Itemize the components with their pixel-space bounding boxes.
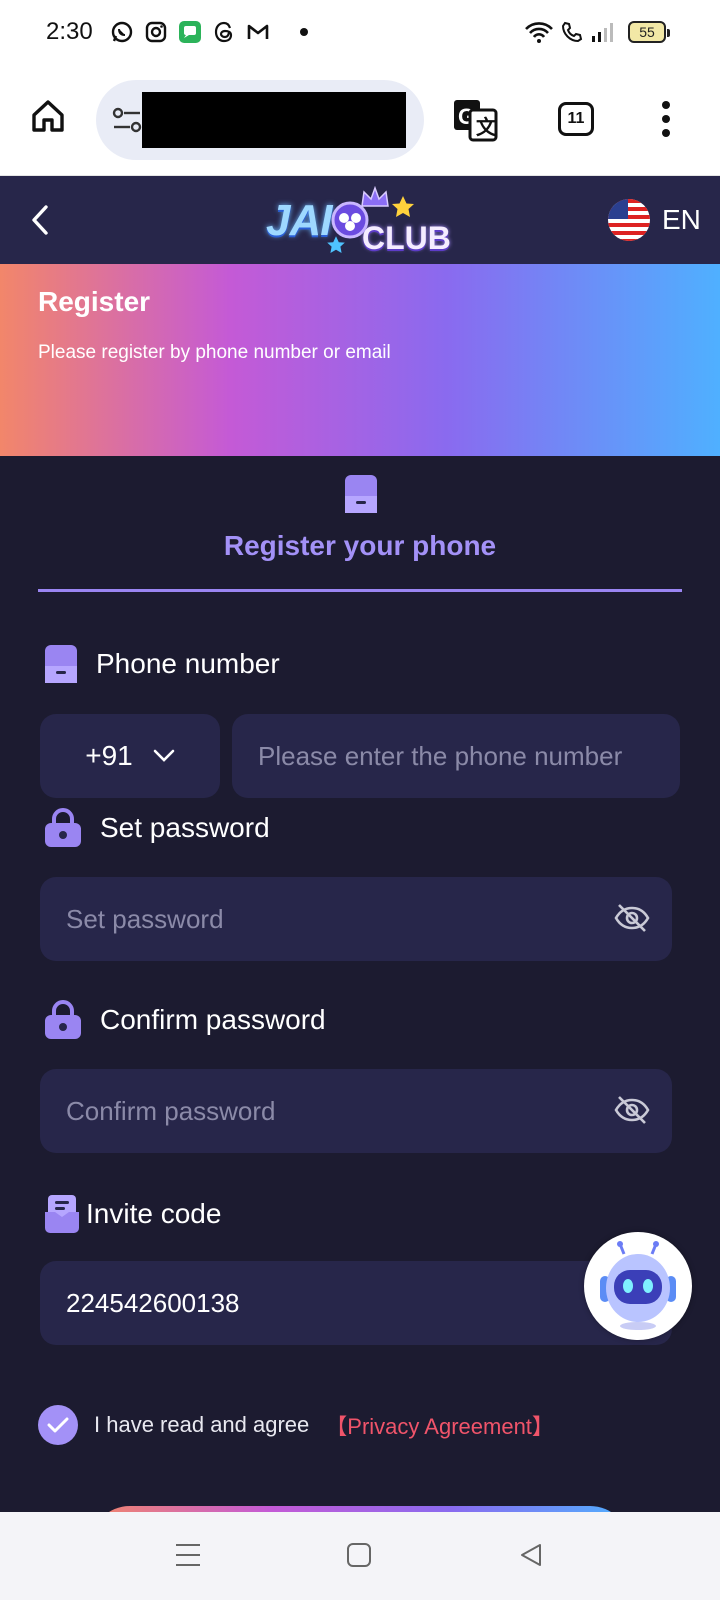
phone-icon	[345, 475, 377, 513]
tab-switcher-button[interactable]: 11	[558, 102, 594, 136]
phone-icon	[45, 645, 77, 683]
customer-service-bot-button[interactable]	[584, 1232, 692, 1340]
home-nav-icon[interactable]	[346, 1542, 372, 1568]
dot-icon	[300, 28, 308, 36]
phone-number-input[interactable]	[258, 714, 720, 798]
register-banner: Register Please register by phone number…	[0, 264, 720, 456]
agree-checkbox[interactable]	[38, 1405, 78, 1445]
page-subtitle: Please register by phone number or email	[38, 342, 391, 363]
whatsapp-icon	[111, 21, 133, 43]
phone-number-field[interactable]	[232, 714, 720, 798]
tab-label: Register your phone	[223, 530, 497, 561]
instagram-icon	[145, 21, 167, 43]
signal-icon	[592, 23, 613, 42]
robot-icon	[600, 1241, 676, 1330]
small-star-icon	[327, 236, 345, 253]
checkmark-icon	[47, 1417, 69, 1433]
confirm-password-field[interactable]	[40, 1069, 672, 1153]
us-flag-icon	[608, 199, 650, 241]
lock-icon	[45, 1000, 81, 1039]
confirm-password-input[interactable]	[66, 1069, 586, 1153]
star-icon	[392, 196, 414, 217]
invite-code-label: Invite code	[44, 1194, 221, 1234]
language-selector[interactable]: EN	[608, 198, 701, 242]
privacy-agreement-link[interactable]: 【Privacy Agreement】	[325, 1409, 554, 1441]
phone-number-label: Phone number	[44, 644, 280, 684]
site-settings-icon[interactable]	[112, 106, 142, 134]
recent-apps-icon[interactable]	[174, 1542, 202, 1568]
browser-toolbar: G文 11	[0, 64, 720, 176]
url-text-redacted	[142, 92, 406, 148]
battery-icon: 55	[628, 21, 670, 43]
back-nav-icon[interactable]	[518, 1542, 544, 1568]
eye-off-icon[interactable]	[614, 903, 650, 933]
invite-code-field[interactable]	[40, 1261, 672, 1345]
home-icon[interactable]	[30, 98, 66, 134]
threads-icon	[214, 21, 233, 43]
system-navigation-bar	[0, 1512, 720, 1600]
svg-text:文: 文	[476, 115, 497, 139]
confirm-password-label: Confirm password	[44, 1000, 326, 1040]
jaiclub-logo: JAI CLUB	[264, 186, 460, 256]
wifi-calling-icon	[561, 21, 583, 43]
status-bar: 2:30 55	[0, 0, 720, 64]
crown-icon	[361, 186, 389, 207]
lock-icon	[45, 808, 81, 847]
chevron-down-icon	[153, 749, 175, 762]
gmail-icon	[247, 24, 269, 39]
country-code-value: +91	[85, 740, 133, 771]
page-title: Register	[38, 286, 151, 317]
translate-icon[interactable]: G文	[452, 98, 498, 142]
back-arrow-icon[interactable]	[30, 204, 50, 236]
tab-register-phone[interactable]: Register your phone	[38, 470, 682, 592]
wifi-icon	[525, 22, 553, 43]
set-password-input[interactable]	[66, 877, 586, 961]
eye-off-icon[interactable]	[614, 1095, 650, 1125]
agreement-row: I have read and agree 【Privacy Agreement…	[38, 1405, 554, 1445]
app-header: JAI CLUB EN	[0, 176, 720, 264]
invite-code-icon	[45, 1195, 79, 1233]
more-menu-icon[interactable]	[660, 100, 672, 138]
invite-code-input[interactable]	[66, 1261, 586, 1345]
agree-text: I have read and agree	[94, 1412, 310, 1437]
set-password-field[interactable]	[40, 877, 672, 961]
status-time: 2:30	[46, 18, 93, 45]
country-code-select[interactable]: +91	[40, 714, 220, 798]
url-bar[interactable]	[96, 80, 424, 160]
messages-icon	[179, 21, 201, 43]
set-password-label: Set password	[44, 808, 270, 848]
language-label: EN	[662, 204, 701, 235]
